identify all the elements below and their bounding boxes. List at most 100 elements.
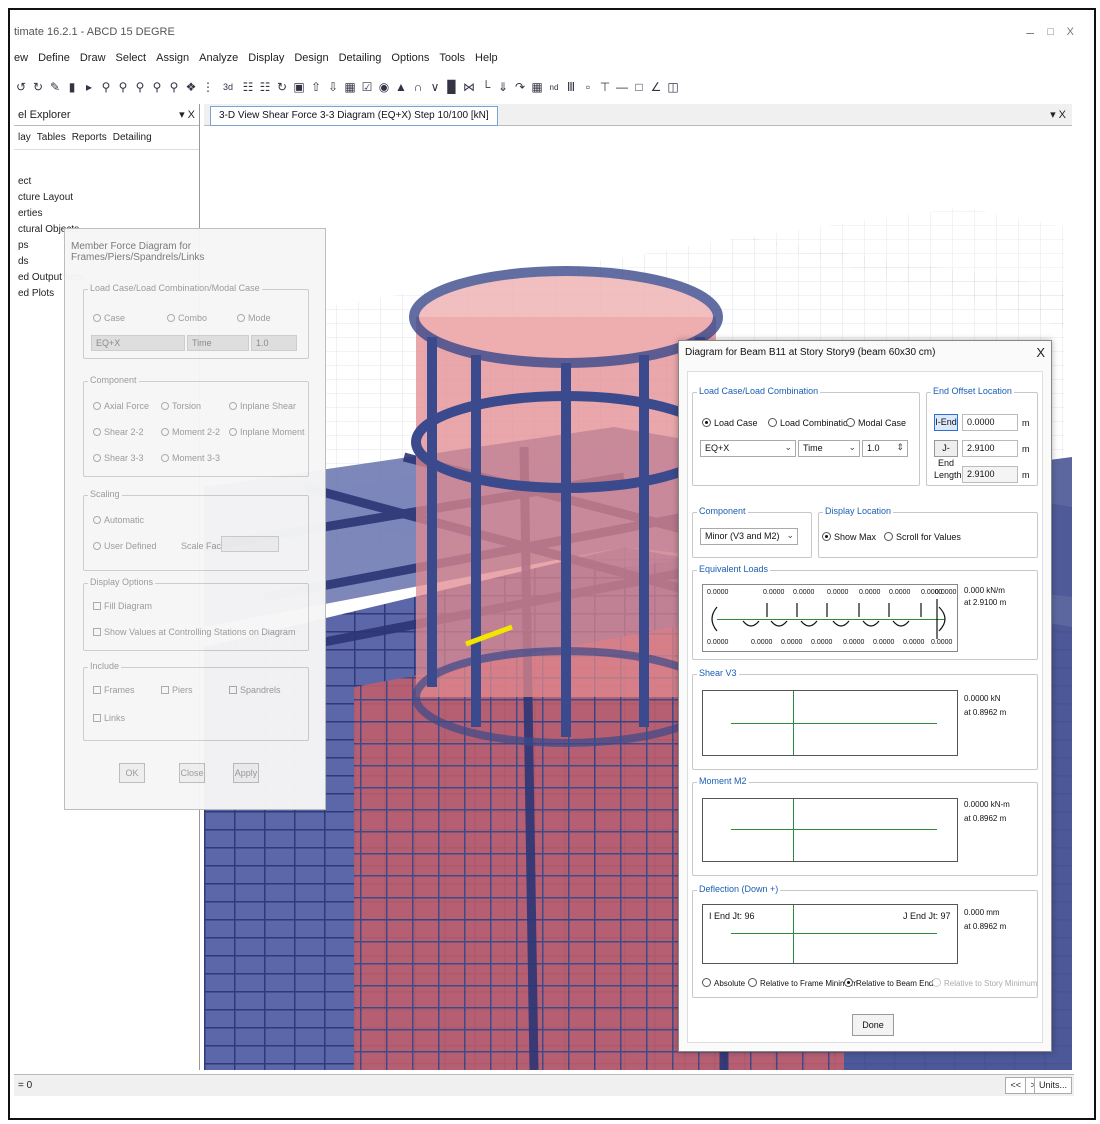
- tee-icon[interactable]: ⊤: [598, 80, 612, 94]
- tab-display[interactable]: lay: [18, 132, 31, 143]
- link-icon[interactable]: ◫: [666, 80, 680, 94]
- menu-select[interactable]: Select: [116, 52, 147, 70]
- tab-tables[interactable]: Tables: [37, 132, 66, 143]
- section-icon[interactable]: ▦: [343, 80, 357, 94]
- prev-button[interactable]: <<: [1005, 1077, 1026, 1094]
- links-checkbox[interactable]: Links: [93, 713, 125, 723]
- combo-radio[interactable]: Combo: [167, 313, 207, 323]
- zoom-out-icon[interactable]: ⚲: [116, 80, 130, 94]
- slab-icon[interactable]: ▫: [581, 80, 595, 94]
- units-button[interactable]: Units...: [1033, 1077, 1072, 1094]
- shear33-radio[interactable]: Shear 3-3: [93, 453, 144, 463]
- torsion-radio[interactable]: Torsion: [161, 401, 201, 411]
- rel-frame-min-radio[interactable]: Relative to Frame Minimum: [748, 978, 858, 988]
- inplane-moment-radio[interactable]: Inplane Moment: [229, 427, 305, 437]
- mode-radio[interactable]: Mode: [237, 313, 271, 323]
- modal-case-radio[interactable]: Modal Case: [846, 418, 906, 428]
- piers-checkbox[interactable]: Piers: [161, 685, 193, 695]
- step-stepper[interactable]: 1.0 ⇕: [862, 440, 908, 457]
- undo-icon[interactable]: ↺: [14, 80, 28, 94]
- automatic-radio[interactable]: Automatic: [93, 515, 144, 525]
- redo-icon[interactable]: ↻: [31, 80, 45, 94]
- menu-draw[interactable]: Draw: [80, 52, 106, 70]
- tab-detailing[interactable]: Detailing: [113, 132, 152, 143]
- play-icon[interactable]: ▸: [82, 80, 96, 94]
- tree-item[interactable]: ect: [18, 174, 195, 190]
- case-radio[interactable]: Case: [93, 313, 125, 323]
- menu-assign[interactable]: Assign: [156, 52, 189, 70]
- time-select[interactable]: Time: [187, 335, 249, 351]
- close-icon[interactable]: X: [1036, 345, 1045, 360]
- pencil-icon[interactable]: ✎: [48, 80, 62, 94]
- ok-button[interactable]: OK: [119, 763, 145, 783]
- step-stepper[interactable]: 1.0: [251, 335, 297, 351]
- 3d-label-icon[interactable]: 3d: [218, 82, 238, 92]
- plan-icon[interactable]: ☷: [241, 80, 255, 94]
- time-select[interactable]: Time ⌄: [798, 440, 860, 457]
- column-icon[interactable]: └: [479, 80, 493, 94]
- load-case-radio[interactable]: Load Case: [702, 418, 758, 428]
- wall-icon[interactable]: ▉: [445, 80, 459, 94]
- menu-view[interactable]: ew: [14, 52, 28, 70]
- user-defined-radio[interactable]: User Defined: [93, 541, 157, 551]
- restore-button[interactable]: □: [1047, 26, 1054, 38]
- component-select[interactable]: Minor (V3 and M2) ⌄: [700, 528, 798, 545]
- table-icon[interactable]: ▦: [530, 80, 544, 94]
- apply-button[interactable]: Apply: [233, 763, 259, 783]
- elevation-icon[interactable]: ☷: [258, 80, 272, 94]
- show-max-radio[interactable]: Show Max: [822, 532, 876, 542]
- rect-icon[interactable]: □: [632, 80, 646, 94]
- 3d-view-icon[interactable]: ❖: [184, 80, 198, 94]
- menu-detailing[interactable]: Detailing: [339, 52, 382, 70]
- absolute-radio[interactable]: Absolute: [702, 978, 745, 988]
- shear22-radio[interactable]: Shear 2-2: [93, 427, 144, 437]
- lock-icon[interactable]: ▮: [65, 80, 79, 94]
- grid-icon[interactable]: ⋮: [201, 80, 215, 94]
- menu-help[interactable]: Help: [475, 52, 498, 70]
- zoom-in-icon[interactable]: ⚲: [99, 80, 113, 94]
- explorer-close-button[interactable]: ▾ X: [179, 108, 195, 121]
- menu-options[interactable]: Options: [391, 52, 429, 70]
- j-end-button[interactable]: J-End: [934, 440, 958, 468]
- menu-design[interactable]: Design: [294, 52, 328, 70]
- arrow-up-icon[interactable]: ⇧: [309, 80, 323, 94]
- beam-icon[interactable]: Ⅲ: [564, 80, 578, 94]
- tab-3d-view[interactable]: 3-D View Shear Force 3-3 Diagram (EQ+X) …: [210, 106, 498, 126]
- tree-item[interactable]: cture Layout: [18, 190, 195, 206]
- zoom-prev-icon[interactable]: ⚲: [150, 80, 164, 94]
- moment33-radio[interactable]: Moment 3-3: [161, 453, 220, 463]
- member-icon[interactable]: ∨: [428, 80, 442, 94]
- i-end-button[interactable]: I-End: [934, 414, 958, 431]
- i-end-value[interactable]: 0.0000: [962, 414, 1018, 431]
- load-combination-radio[interactable]: Load Combination: [768, 418, 853, 428]
- scroll-values-radio[interactable]: Scroll for Values: [884, 532, 961, 542]
- j-end-value[interactable]: 2.9100: [962, 440, 1018, 457]
- menu-analyze[interactable]: Analyze: [199, 52, 238, 70]
- close-button[interactable]: Close: [179, 763, 205, 783]
- tree-item[interactable]: erties: [18, 206, 195, 222]
- minimize-button[interactable]: –: [1026, 24, 1034, 40]
- camera-icon[interactable]: ▣: [292, 80, 306, 94]
- load-icon[interactable]: ⇓: [496, 80, 510, 94]
- done-button[interactable]: Done: [852, 1014, 894, 1036]
- case-select[interactable]: EQ+X ⌄: [700, 440, 796, 457]
- close-button[interactable]: X: [1067, 26, 1074, 38]
- tab-reports[interactable]: Reports: [72, 132, 107, 143]
- inplane-shear-radio[interactable]: Inplane Shear: [229, 401, 296, 411]
- case-select[interactable]: EQ+X: [91, 335, 185, 351]
- show-values-checkbox[interactable]: Show Values at Controlling Stations on D…: [93, 627, 295, 637]
- dim-icon[interactable]: ―: [615, 80, 629, 94]
- arrow-down-icon[interactable]: ⇩: [326, 80, 340, 94]
- menu-define[interactable]: Define: [38, 52, 70, 70]
- menu-display[interactable]: Display: [248, 52, 284, 70]
- nd-icon[interactable]: nd: [547, 83, 561, 92]
- menu-tools[interactable]: Tools: [439, 52, 465, 70]
- scale-factor-input[interactable]: [221, 536, 279, 552]
- frames-checkbox[interactable]: Frames: [93, 685, 135, 695]
- rel-beam-ends-radio[interactable]: Relative to Beam Ends: [844, 978, 937, 988]
- angle-icon[interactable]: ∠: [649, 80, 663, 94]
- view-close-button[interactable]: ▾ X: [1050, 108, 1066, 121]
- refresh-icon[interactable]: ↻: [275, 80, 289, 94]
- paint-icon[interactable]: ▲: [394, 80, 408, 94]
- checkbox-icon[interactable]: ☑: [360, 80, 374, 94]
